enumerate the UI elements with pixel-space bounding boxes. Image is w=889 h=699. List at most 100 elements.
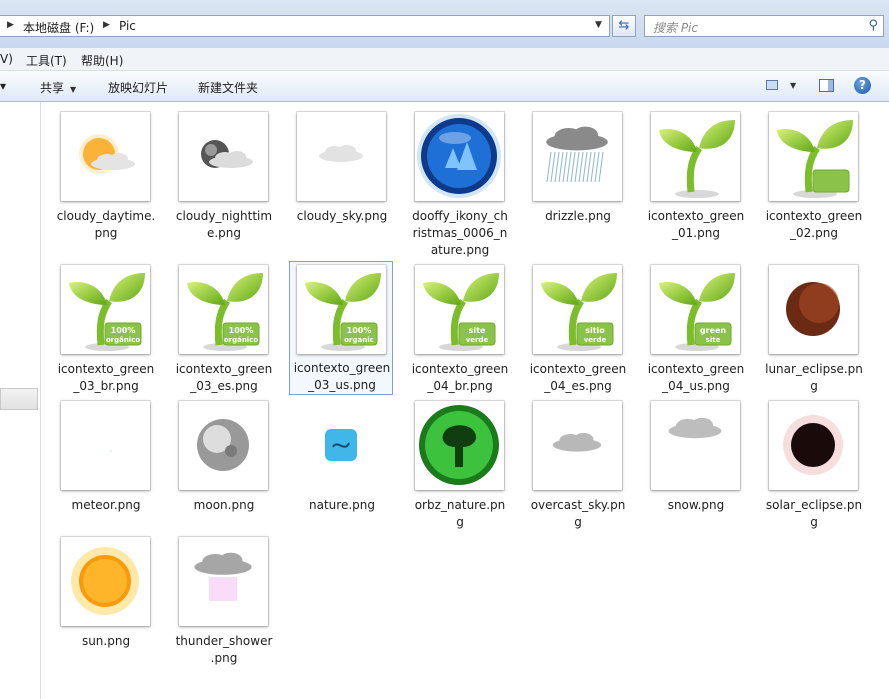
file-name-line: icontexto_green: [175, 362, 273, 376]
snow-icon: [651, 401, 740, 490]
file-name-line: meteor.png: [71, 498, 141, 512]
file-name: drizzle.png: [526, 208, 630, 225]
file-name-line: icontexto_green: [411, 362, 509, 376]
file-name-line: ature.png: [430, 243, 490, 257]
cloudy-nighttime-icon: [179, 112, 268, 201]
file-name-line: icontexto_green: [765, 209, 863, 223]
drizzle-icon: [533, 112, 622, 201]
thunder-shower-icon: [179, 537, 268, 626]
file-name: thunder_shower .png: [172, 633, 276, 667]
address-bar[interactable]: ▶ 本地磁盘 (F:) ▶ Pic ▼: [0, 15, 610, 37]
file-name-line: _01.png: [672, 226, 720, 240]
file-name-line: g: [456, 515, 464, 529]
menu-tools[interactable]: 工具(T): [26, 52, 67, 69]
file-list[interactable]: cloudy_daytime.png cloudy_nighttim e.png cl…: [41, 102, 889, 699]
preview-pane-icon[interactable]: [819, 79, 834, 92]
solar-eclipse-icon: [769, 401, 858, 490]
file-name-line: cloudy_nighttim: [175, 209, 273, 223]
cloudy-sky-icon: [297, 112, 386, 201]
svg-text:100%: 100%: [347, 326, 372, 335]
view-options-dropdown-icon[interactable]: ▼: [790, 81, 796, 90]
command-bar: ▾ 共享 ▼ 放映幻灯片 新建文件夹 ▼ ?: [0, 71, 889, 102]
lunar-eclipse-icon: [769, 265, 858, 354]
file-name-line: lunar_eclipse.pn: [765, 362, 863, 376]
green-sprout-icon: sitio verde: [533, 265, 622, 354]
slideshow-button[interactable]: 放映幻灯片: [108, 79, 168, 96]
file-name: icontexto_green _04_es.png: [526, 361, 630, 395]
file-name-line: thunder_shower: [175, 634, 273, 648]
file-name-line: png: [94, 226, 118, 240]
file-name: icontexto_green _03_us.png: [290, 360, 394, 394]
file-name: snow.png: [644, 497, 748, 514]
nature-icon: [297, 401, 386, 490]
file-name-line: sun.png: [81, 634, 131, 648]
file-name-line: moon.png: [193, 498, 255, 512]
file-name-line: e.png: [206, 226, 242, 240]
cloudy-daytime-icon: [61, 112, 150, 201]
share-label: 共享: [40, 81, 65, 95]
file-name-line: g: [810, 379, 818, 393]
nav-selected-item[interactable]: [0, 388, 38, 410]
file-name: icontexto_green _02.png: [762, 208, 866, 242]
file-name: lunar_eclipse.png: [762, 361, 866, 395]
overcast-sky-icon: [533, 401, 622, 490]
file-name-line: drizzle.png: [545, 209, 611, 223]
green-sprout-icon: [651, 112, 740, 201]
file-name-line: icontexto_green: [647, 209, 745, 223]
refresh-button[interactable]: ⇆: [612, 15, 636, 37]
file-name-line: overcast_sky.pn: [530, 498, 626, 512]
file-name-line: icontexto_green: [647, 362, 745, 376]
breadcrumb-arrow-icon[interactable]: ▶: [103, 20, 110, 30]
file-name-line: cloudy_daytime.: [56, 209, 156, 223]
file-name-line: _03_us.png: [308, 378, 376, 392]
file-name: solar_eclipse.pn g: [762, 497, 866, 531]
new-folder-button[interactable]: 新建文件夹: [198, 79, 258, 96]
file-name: icontexto_green _01.png: [644, 208, 748, 242]
file-name: nature.png: [290, 497, 394, 514]
breadcrumb-arrow-icon[interactable]: ▶: [7, 20, 14, 30]
file-name: cloudy_daytime.png: [54, 208, 158, 242]
search-input[interactable]: 搜索 Pic ⚲: [644, 15, 884, 37]
file-name-line: orbz_nature.pn: [414, 498, 506, 512]
svg-text:sitio: sitio: [585, 326, 605, 335]
file-name-line: _03_es.png: [190, 379, 258, 393]
file-name: meteor.png: [54, 497, 158, 514]
file-name-line: dooffy_ikony_ch: [412, 209, 508, 223]
chevron-down-icon: ▼: [70, 85, 77, 94]
file-name-line: g: [574, 515, 582, 529]
file-name-line: _04_es.png: [544, 379, 612, 393]
svg-text:green: green: [700, 326, 727, 335]
file-name-line: _02.png: [790, 226, 838, 240]
meteor-icon: [61, 401, 150, 490]
organize-dropdown-icon[interactable]: ▾: [0, 79, 6, 93]
svg-text:verde: verde: [584, 336, 607, 344]
file-name: dooffy_ikony_ch ristmas_0006_n ature.png: [408, 208, 512, 259]
file-name: cloudy_sky.png: [290, 208, 394, 225]
address-dropdown-icon[interactable]: ▼: [595, 20, 602, 30]
title-bar: ▶ 本地磁盘 (F:) ▶ Pic ▼ ⇆ 搜索 Pic ⚲: [0, 0, 889, 48]
green-sprout-icon: [769, 112, 858, 201]
share-button[interactable]: 共享 ▼: [40, 79, 76, 96]
file-name-line: nature.png: [309, 498, 375, 512]
file-name-line: g: [810, 515, 818, 529]
svg-text:site: site: [706, 336, 721, 344]
breadcrumb-folder[interactable]: Pic: [119, 19, 136, 33]
search-icon[interactable]: ⚲: [868, 18, 878, 33]
menu-help[interactable]: 帮助(H): [81, 52, 123, 69]
file-name-line: .png: [210, 651, 238, 665]
green-sprout-icon: green site: [651, 265, 740, 354]
search-placeholder: 搜索 Pic: [653, 21, 698, 35]
moon-icon: [179, 401, 268, 490]
navigation-pane[interactable]: [0, 102, 41, 699]
green-tree-orb-icon: [415, 401, 504, 490]
file-name: icontexto_green _03_br.png: [54, 361, 158, 395]
green-sprout-icon: 100% organic: [297, 265, 386, 354]
help-icon[interactable]: ?: [854, 77, 871, 94]
file-item[interactable]: 100% organic icontexto_green _03_us.png: [289, 261, 393, 395]
green-sprout-icon: 100% orgánico: [179, 265, 268, 354]
breadcrumb-drive[interactable]: 本地磁盘 (F:): [23, 19, 94, 36]
menu-view[interactable]: V): [0, 52, 13, 66]
file-name-line: ristmas_0006_n: [412, 226, 508, 240]
file-name-line: _03_br.png: [73, 379, 139, 393]
change-view-icon[interactable]: [766, 80, 778, 90]
